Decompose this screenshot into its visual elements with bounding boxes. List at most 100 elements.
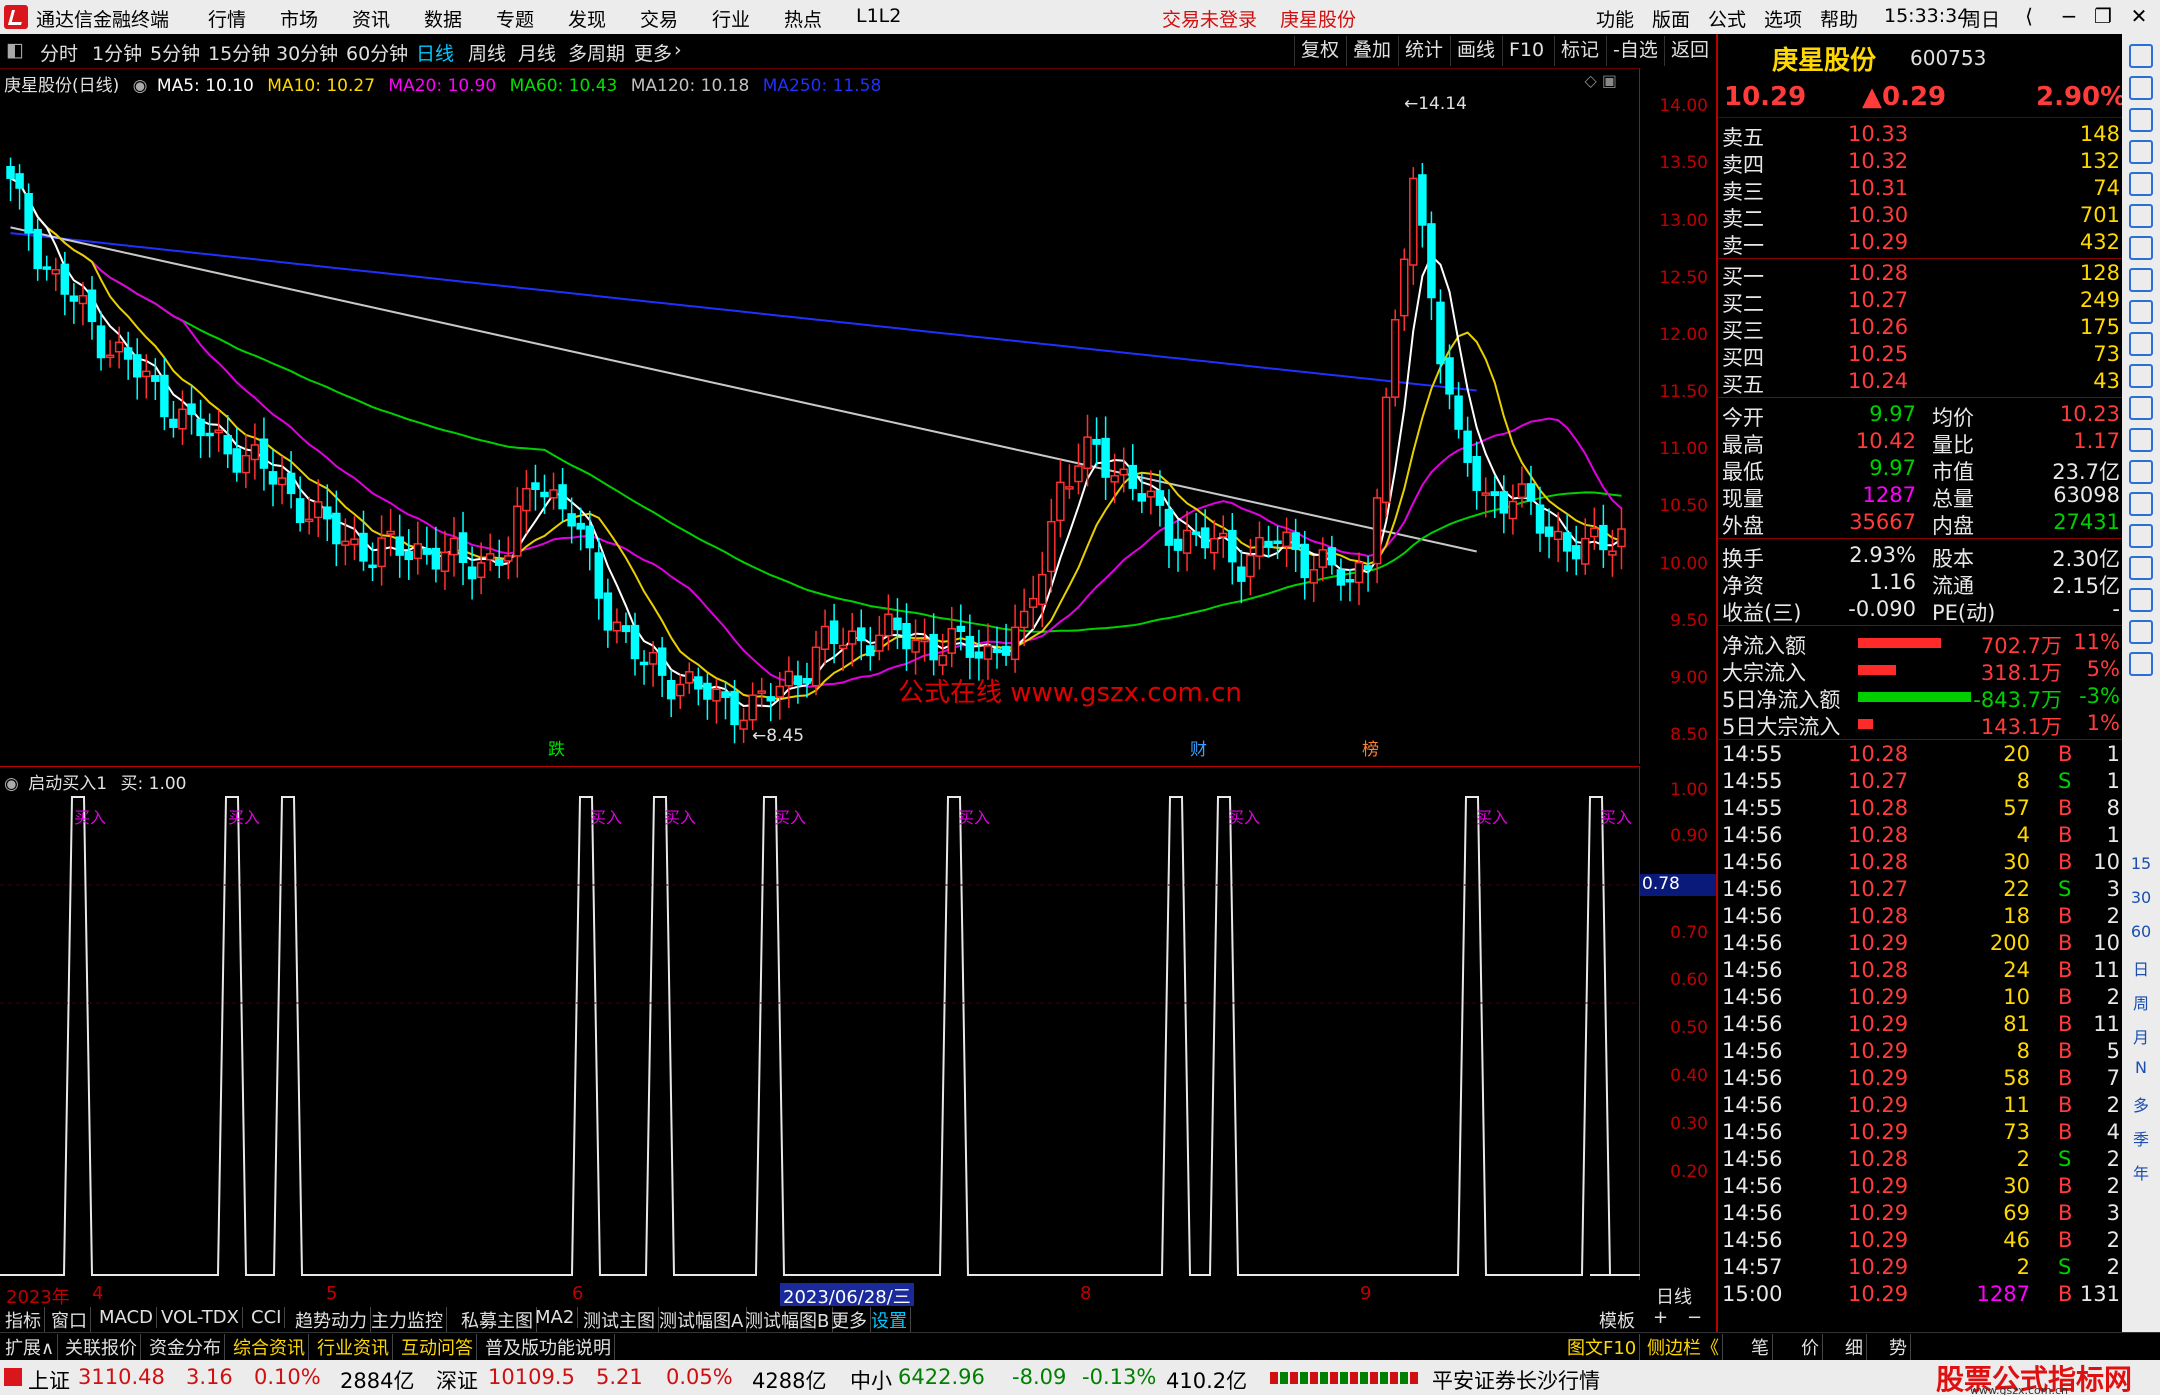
indicator-pane[interactable]: 买入 买入 买入 买入 买入 买入 买入 买入 买入 ◉ 启动买入1 买: 1.00 bbox=[0, 766, 1640, 1280]
indicator-tab[interactable]: VOL-TDX bbox=[158, 1307, 243, 1328]
indicator-tab[interactable]: 设置 bbox=[868, 1307, 911, 1333]
extension-tab[interactable]: 普及版功能说明 bbox=[482, 1334, 615, 1360]
arrow-up-icon[interactable] bbox=[2129, 44, 2153, 68]
event-mark[interactable]: 榜 bbox=[1362, 740, 1379, 760]
quote-bottom-tab[interactable]: 细 bbox=[1842, 1334, 1867, 1360]
menu-item[interactable]: 版面 bbox=[1652, 5, 1690, 32]
indicator-tab[interactable]: 趋势动力 bbox=[292, 1307, 371, 1333]
maximize-icon[interactable]: ❐ bbox=[2088, 4, 2118, 30]
extension-tab[interactable]: 扩展∧ bbox=[2, 1334, 59, 1360]
indicator-chart[interactable]: 买入 买入 买入 买入 买入 买入 买入 买入 买入 bbox=[0, 767, 1640, 1281]
menu-item[interactable]: 数据 bbox=[424, 5, 462, 32]
menu-item[interactable]: 资讯 bbox=[352, 5, 390, 32]
indicator-tab[interactable]: 窗口 bbox=[48, 1307, 91, 1333]
notes-icon[interactable] bbox=[2129, 396, 2153, 420]
period-shortcut[interactable]: 季 bbox=[2122, 1126, 2160, 1150]
period-shortcut[interactable]: 60 bbox=[2122, 922, 2160, 941]
period-shortcut[interactable]: 月 bbox=[2122, 1024, 2160, 1048]
gear-icon[interactable] bbox=[2129, 652, 2153, 676]
chart-icon[interactable] bbox=[2129, 140, 2153, 164]
period-more[interactable]: 更多 bbox=[634, 39, 672, 66]
sz-label[interactable]: 深证 bbox=[436, 1365, 478, 1395]
indicator-tab[interactable]: 测试幅图A bbox=[656, 1307, 748, 1333]
fs-icon[interactable] bbox=[2129, 620, 2153, 644]
extension-tab[interactable]: 互动问答 bbox=[398, 1334, 477, 1360]
menu-item[interactable]: 发现 bbox=[568, 5, 606, 32]
template-button[interactable]: 模板 bbox=[1596, 1307, 1638, 1333]
period-tab[interactable]: 多周期 bbox=[568, 39, 625, 66]
quote-bottom-tab[interactable]: 价 bbox=[1798, 1334, 1823, 1360]
extension-tab[interactable]: 关联报价 bbox=[62, 1334, 141, 1360]
period-tab[interactable]: 月线 bbox=[518, 39, 556, 66]
template-button[interactable]: − bbox=[1684, 1307, 1705, 1328]
extension-tab[interactable]: 行业资讯 bbox=[314, 1334, 393, 1360]
calendar-icon[interactable] bbox=[2129, 364, 2153, 388]
extension-tab[interactable]: 综合资讯 bbox=[230, 1334, 309, 1360]
toolbar-button[interactable]: 返回 bbox=[1664, 36, 1715, 66]
period-tab[interactable]: 15分钟 bbox=[208, 39, 270, 66]
line-chart-icon[interactable] bbox=[2129, 204, 2153, 228]
period-shortcut[interactable]: N bbox=[2122, 1058, 2160, 1077]
restore-icon[interactable]: ⟨ bbox=[2014, 4, 2044, 30]
period-shortcut[interactable]: 日 bbox=[2122, 956, 2160, 980]
panel-toggle-icon[interactable]: ◧ bbox=[6, 39, 24, 61]
indicator-tab[interactable]: MACD bbox=[96, 1307, 157, 1328]
sh-label[interactable]: 上证 bbox=[28, 1365, 70, 1395]
arrow-up-icon[interactable] bbox=[2129, 76, 2153, 100]
menu-item[interactable]: 行情 bbox=[208, 5, 246, 32]
table-icon[interactable] bbox=[2129, 332, 2153, 356]
settings-icon[interactable]: ◉ bbox=[4, 774, 19, 794]
event-mark[interactable]: 跌 bbox=[548, 740, 565, 760]
quote-bottom-tab[interactable]: 势 bbox=[1886, 1334, 1911, 1360]
toolbar-button[interactable]: -自选 bbox=[1606, 36, 1664, 66]
zx-label[interactable]: 中小 bbox=[850, 1365, 892, 1395]
toolbar-button[interactable]: 统计 bbox=[1398, 36, 1449, 66]
chart-expand-icon[interactable]: ◇ ▣ bbox=[1584, 71, 1617, 90]
extension-tab[interactable]: 资金分布 bbox=[146, 1334, 225, 1360]
menu-item[interactable]: 行业 bbox=[712, 5, 750, 32]
period-shortcut[interactable]: 年 bbox=[2122, 1160, 2160, 1184]
indicator-tab[interactable]: 测试幅图B bbox=[742, 1307, 834, 1333]
menu-item[interactable]: 功能 bbox=[1596, 5, 1634, 32]
menu-item[interactable]: 专题 bbox=[496, 5, 534, 32]
period-tab[interactable]: 5分钟 bbox=[150, 39, 200, 66]
toolbar-button[interactable]: 叠加 bbox=[1346, 36, 1397, 66]
candlestick-chart[interactable]: ←14.14 ←8.45 公式在线 www.gszx.com.cn 跌 财 榜 bbox=[0, 69, 1640, 765]
toolbar-button[interactable]: 标记 bbox=[1554, 36, 1605, 66]
indicator-tab[interactable]: 测试主图 bbox=[580, 1307, 659, 1333]
news-icon[interactable] bbox=[2129, 428, 2153, 452]
indicator-tab[interactable]: 更多 bbox=[828, 1307, 871, 1333]
f10-icon[interactable] bbox=[2129, 300, 2153, 324]
move-icon[interactable] bbox=[2129, 556, 2153, 580]
period-tab-active[interactable]: 日线 bbox=[416, 39, 454, 66]
rsi-icon[interactable] bbox=[2129, 524, 2153, 548]
phone-icon[interactable] bbox=[2129, 460, 2153, 484]
period-tab[interactable]: 30分钟 bbox=[276, 39, 338, 66]
toolbar-button[interactable]: F10 bbox=[1502, 36, 1550, 66]
trade-status[interactable]: 交易未登录 bbox=[1162, 5, 1257, 32]
period-shortcut[interactable]: 多 bbox=[2122, 1092, 2160, 1116]
pen-icon[interactable] bbox=[2129, 588, 2153, 612]
settings-icon[interactable]: ◉ bbox=[133, 76, 148, 96]
toolbar-button[interactable]: 复权 bbox=[1294, 36, 1345, 66]
menu-item[interactable]: 公式 bbox=[1708, 5, 1746, 32]
indicator-tab[interactable]: 私募主图 bbox=[458, 1307, 537, 1333]
chevron-right-icon[interactable]: › bbox=[674, 39, 682, 61]
menu-item[interactable]: 交易 bbox=[640, 5, 678, 32]
menu-item[interactable]: 选项 bbox=[1764, 5, 1802, 32]
period-tab[interactable]: 60分钟 bbox=[346, 39, 408, 66]
menu-item[interactable]: 帮助 bbox=[1820, 5, 1858, 32]
main-chart-pane[interactable]: ←14.14 ←8.45 公式在线 www.gszx.com.cn 跌 财 榜 庚星股份(… bbox=[0, 68, 1640, 764]
menu-item[interactable]: 市场 bbox=[280, 5, 318, 32]
indicator-tab[interactable]: 指标 bbox=[2, 1307, 45, 1333]
indicator-tab[interactable]: MA2 bbox=[532, 1307, 579, 1328]
indicator-tab[interactable]: CCI bbox=[248, 1307, 286, 1328]
f10-button[interactable]: 图文F10 bbox=[1564, 1334, 1641, 1360]
period-shortcut[interactable]: 30 bbox=[2122, 888, 2160, 907]
period-tab[interactable]: 1分钟 bbox=[92, 39, 142, 66]
globe-icon[interactable] bbox=[2129, 492, 2153, 516]
candle-icon[interactable] bbox=[2129, 236, 2153, 260]
close-icon[interactable]: ✕ bbox=[2124, 4, 2154, 30]
period-tab[interactable]: 周线 bbox=[468, 39, 506, 66]
period-tab[interactable]: 分时 bbox=[40, 39, 78, 66]
